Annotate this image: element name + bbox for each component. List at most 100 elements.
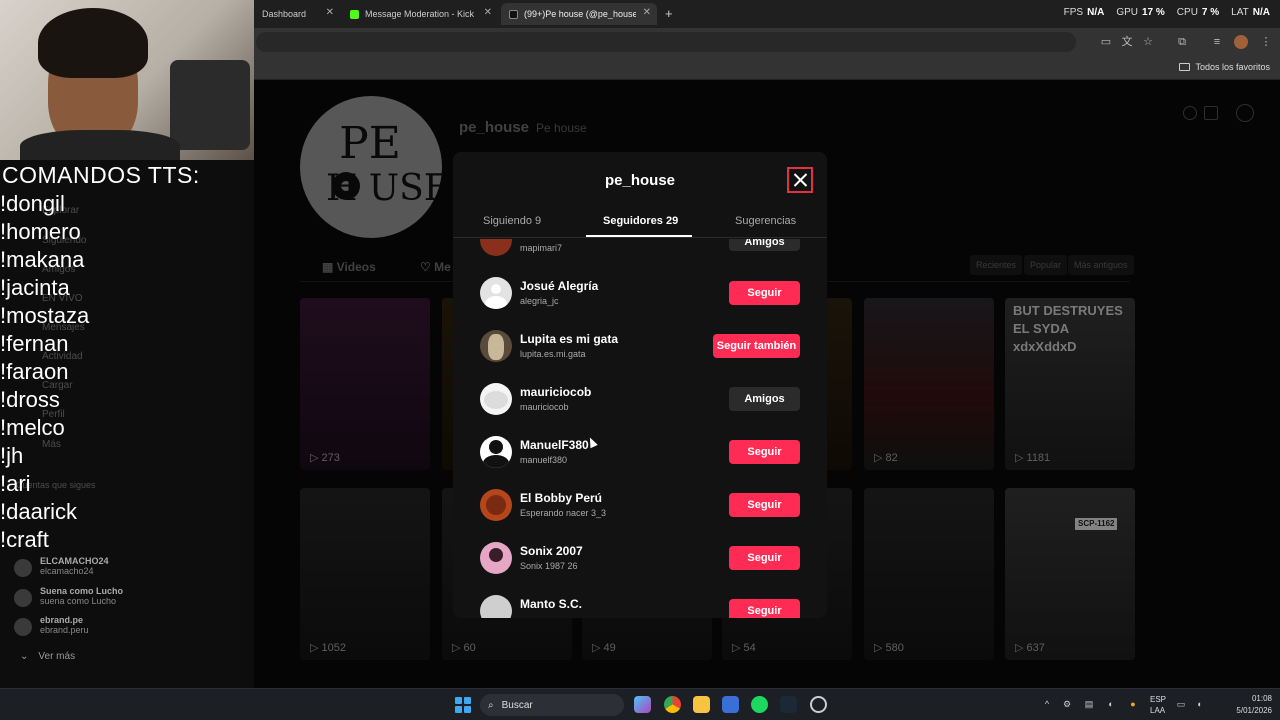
close-icon[interactable]: ✕ <box>326 7 334 18</box>
clock-date: 5/01/2026 <box>1236 706 1272 715</box>
stat-cpu: CPU 7 % <box>1176 7 1220 18</box>
system-stats: FPS N/A GPU 17 % CPU 7 % LAT N/A <box>1064 7 1270 18</box>
tab-followers[interactable]: Seguidores 29 <box>603 215 678 227</box>
close-icon[interactable]: ✕ <box>643 7 651 18</box>
close-icon[interactable]: ✕ <box>484 7 492 18</box>
network-icon[interactable]: ▭ <box>1176 699 1186 709</box>
see-more-link[interactable]: ⌄ Ver más <box>20 651 75 662</box>
account-name: Suena como Lucho <box>40 586 124 596</box>
user-name: mauriciocob <box>520 385 592 399</box>
app-icon[interactable] <box>810 696 827 713</box>
account-handle: elcamacho24 <box>40 566 94 576</box>
follow-button[interactable]: Seguir <box>729 599 800 618</box>
list-item[interactable]: El Bobby Perú Esperando nacer 3_3 Seguir <box>453 478 827 531</box>
search-placeholder: Buscar <box>501 699 533 711</box>
file-explorer-icon[interactable] <box>693 696 710 713</box>
list-item[interactable]: mauriciocob mauriciocob Amigos <box>453 372 827 425</box>
see-more-label: Ver más <box>38 651 76 662</box>
tab-dashboard[interactable]: Dashboard ✕ <box>254 3 340 25</box>
followers-list[interactable]: mapimari7 Amigos Josué Alegría alegria_j… <box>453 239 827 618</box>
avatar <box>480 383 512 415</box>
tray-app-icon[interactable]: ▤ <box>1084 699 1094 709</box>
following-account[interactable]: ebrand.pe ebrand.peru <box>14 615 89 636</box>
tab-kick-moderation[interactable]: Message Moderation - Kick Da ✕ <box>342 3 498 25</box>
stat-fps: FPS N/A <box>1063 7 1105 18</box>
user-name: El Bobby Perú <box>520 491 603 505</box>
stat-lat: LAT N/A <box>1231 7 1270 18</box>
account-name: ELCAMACHO24 <box>40 556 109 566</box>
steam-icon[interactable] <box>780 696 797 713</box>
star-icon[interactable]: ☆ <box>1141 35 1155 49</box>
followers-modal: pe_house Siguiendo 9 Seguidores 29 Suger… <box>453 152 827 618</box>
tray-chevron-icon[interactable]: ^ <box>1042 699 1052 709</box>
tab-following[interactable]: Siguiendo 9 <box>483 215 541 227</box>
chrome-icon[interactable] <box>664 696 681 713</box>
user-handle: Esperando nacer 3_3 <box>520 508 607 518</box>
list-item[interactable]: ManuelF380 manuelf380 Seguir <box>453 425 827 478</box>
modal-title: pe_house <box>604 172 676 189</box>
tab-tiktok[interactable]: (99+)Pe house (@pe_house) | T ✕ <box>501 3 657 25</box>
avatar <box>480 277 512 309</box>
tray-app-icon[interactable]: ⚙ <box>1062 699 1072 709</box>
clock[interactable]: 01:08 5/01/2026 <box>1236 693 1272 717</box>
install-icon[interactable]: ▭ <box>1099 35 1113 49</box>
webcam-feed <box>0 0 254 160</box>
spotify-icon[interactable] <box>751 696 768 713</box>
active-tab-indicator <box>586 235 692 237</box>
tts-command: !melco <box>0 415 65 440</box>
follow-button[interactable]: Seguir <box>729 281 800 305</box>
language-indicator[interactable]: ESP LAA <box>1150 694 1166 716</box>
menu-icon[interactable]: ⋮ <box>1259 35 1273 49</box>
tts-command: !jacinta <box>0 275 70 300</box>
taskbar-search[interactable]: ⌕ Buscar <box>480 694 624 716</box>
friends-button[interactable]: Amigos <box>729 387 800 411</box>
tab-title: Dashboard <box>262 9 307 19</box>
user-handle: alegria_jc <box>520 296 559 306</box>
tab-title: Message Moderation - Kick Da <box>365 9 477 19</box>
tts-command: !ari <box>0 471 31 496</box>
list-item[interactable]: mapimari7 Amigos <box>453 239 827 266</box>
following-account[interactable]: ELCAMACHO24 elcamacho24 <box>14 556 109 577</box>
extensions-icon[interactable]: ⧉ <box>1175 35 1189 49</box>
volume-icon[interactable]: ◖ <box>1194 699 1204 709</box>
account-name: ebrand.pe <box>40 615 84 625</box>
user-name: Manto S.C. <box>520 597 582 611</box>
user-handle: mauriciocob <box>520 402 569 412</box>
tts-command: !dross <box>0 387 60 412</box>
chevron-down-icon: ⌄ <box>20 651 29 662</box>
tts-command: !craft <box>0 527 49 552</box>
address-bar[interactable] <box>256 32 1076 52</box>
windows-taskbar: ⌕ Buscar ^ ⚙ ▤ ◐ ● ESP LAA ▭ ◖ 01:08 5/01… <box>0 688 1280 720</box>
translate-icon[interactable]: 文 <box>1120 35 1134 49</box>
follow-button[interactable]: Seguir <box>729 493 800 517</box>
tab-suggestions[interactable]: Sugerencias <box>735 215 796 227</box>
friends-button[interactable]: Amigos <box>729 239 800 251</box>
tts-command: !homero <box>0 219 81 244</box>
copilot-icon[interactable] <box>634 696 651 713</box>
steam-tray-icon[interactable]: ◐ <box>1106 699 1116 709</box>
list-item[interactable]: Lupita es mi gata lupita.es.mi.gata Segu… <box>453 319 827 372</box>
new-tab-button[interactable]: + <box>665 6 673 21</box>
list-item[interactable]: Sonix 2007 Sonix 1987 26 Seguir <box>453 531 827 584</box>
user-name: Sonix 2007 <box>520 544 583 558</box>
avatar <box>480 239 512 256</box>
list-item[interactable]: Josué Alegría alegria_jc Seguir <box>453 266 827 319</box>
close-button[interactable] <box>787 167 813 193</box>
store-icon[interactable] <box>722 696 739 713</box>
user-handle: manuelf380 <box>520 455 568 465</box>
mic-icon[interactable]: ● <box>1128 699 1138 709</box>
media-icon[interactable]: ≡ <box>1210 35 1224 49</box>
list-item[interactable]: Manto S.C. Seguir <box>453 584 827 618</box>
avatar <box>480 489 512 521</box>
tts-commands-title: COMANDOS TTS: <box>2 162 200 188</box>
all-bookmarks[interactable]: Todos los favoritos <box>1179 62 1270 72</box>
follow-back-button[interactable]: Seguir también <box>713 334 800 358</box>
tts-command: !faraon <box>0 359 69 384</box>
windows-start-icon[interactable] <box>455 697 471 713</box>
follow-button[interactable]: Seguir <box>729 546 800 570</box>
user-handle: mapimari7 <box>520 243 563 253</box>
following-account[interactable]: Suena como Lucho suena como Lucho <box>14 586 123 607</box>
bookmarks-label: Todos los favoritos <box>1195 62 1270 72</box>
follow-button[interactable]: Seguir <box>729 440 800 464</box>
profile-avatar-icon[interactable] <box>1234 35 1248 49</box>
